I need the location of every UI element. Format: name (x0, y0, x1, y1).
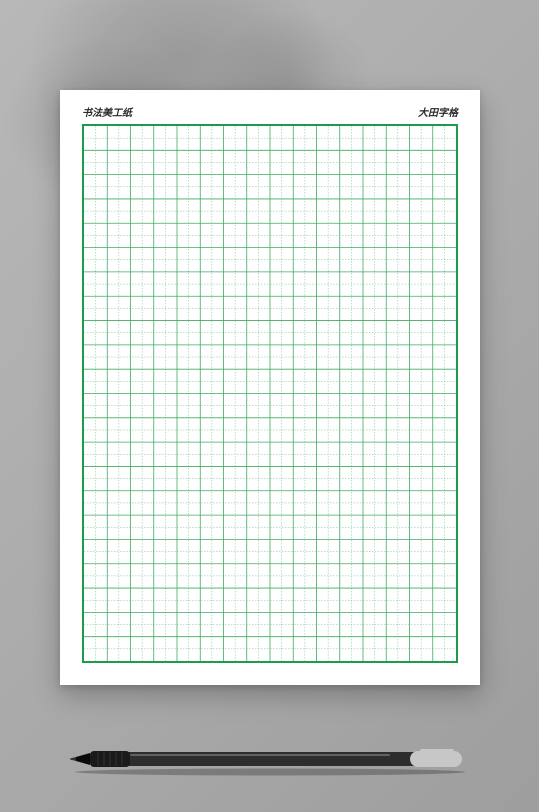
pen-svg (70, 744, 470, 776)
practice-paper: 书法美工纸 大田字格 (60, 90, 480, 685)
paper-header: 书法美工纸 大田字格 (60, 90, 480, 125)
tianzige-grid (82, 124, 458, 663)
header-left-text: 书法美工纸 (82, 104, 132, 119)
grid-svg (84, 126, 456, 661)
header-right-text: 大田字格 (418, 104, 458, 119)
pen (70, 744, 470, 776)
